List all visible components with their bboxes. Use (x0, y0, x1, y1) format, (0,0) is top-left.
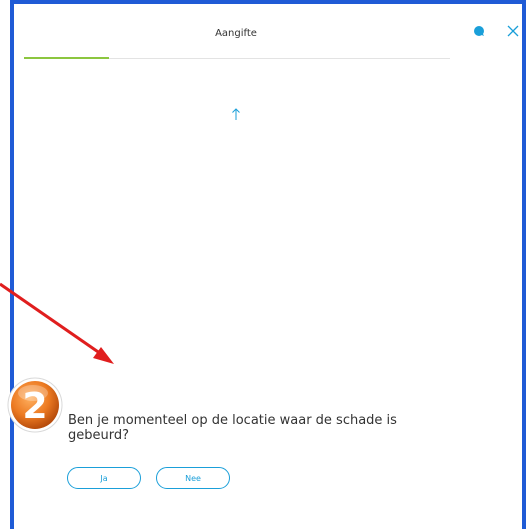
step-number: 2 (22, 386, 47, 427)
progress-bar (24, 57, 450, 59)
chat-bubble-icon[interactable] (473, 25, 485, 37)
answer-no-button[interactable]: Nee (156, 467, 230, 489)
app-window: Aangifte 2 Ben je momenteel op de locati (0, 0, 526, 529)
header-title: Aangifte (215, 28, 257, 39)
step-number-badge-icon: 2 (7, 377, 63, 433)
answer-yes-button[interactable]: Ja (67, 467, 141, 489)
close-icon[interactable] (506, 24, 520, 38)
scroll-up-arrow-icon[interactable] (229, 106, 243, 122)
window-frame-top (10, 0, 526, 4)
window-frame-right (522, 0, 526, 529)
question-text: Ben je momenteel op de locatie waar de s… (68, 413, 397, 443)
annotation-arrow-icon (0, 282, 114, 364)
progress-fill (24, 57, 110, 59)
window-frame-left (10, 0, 14, 529)
